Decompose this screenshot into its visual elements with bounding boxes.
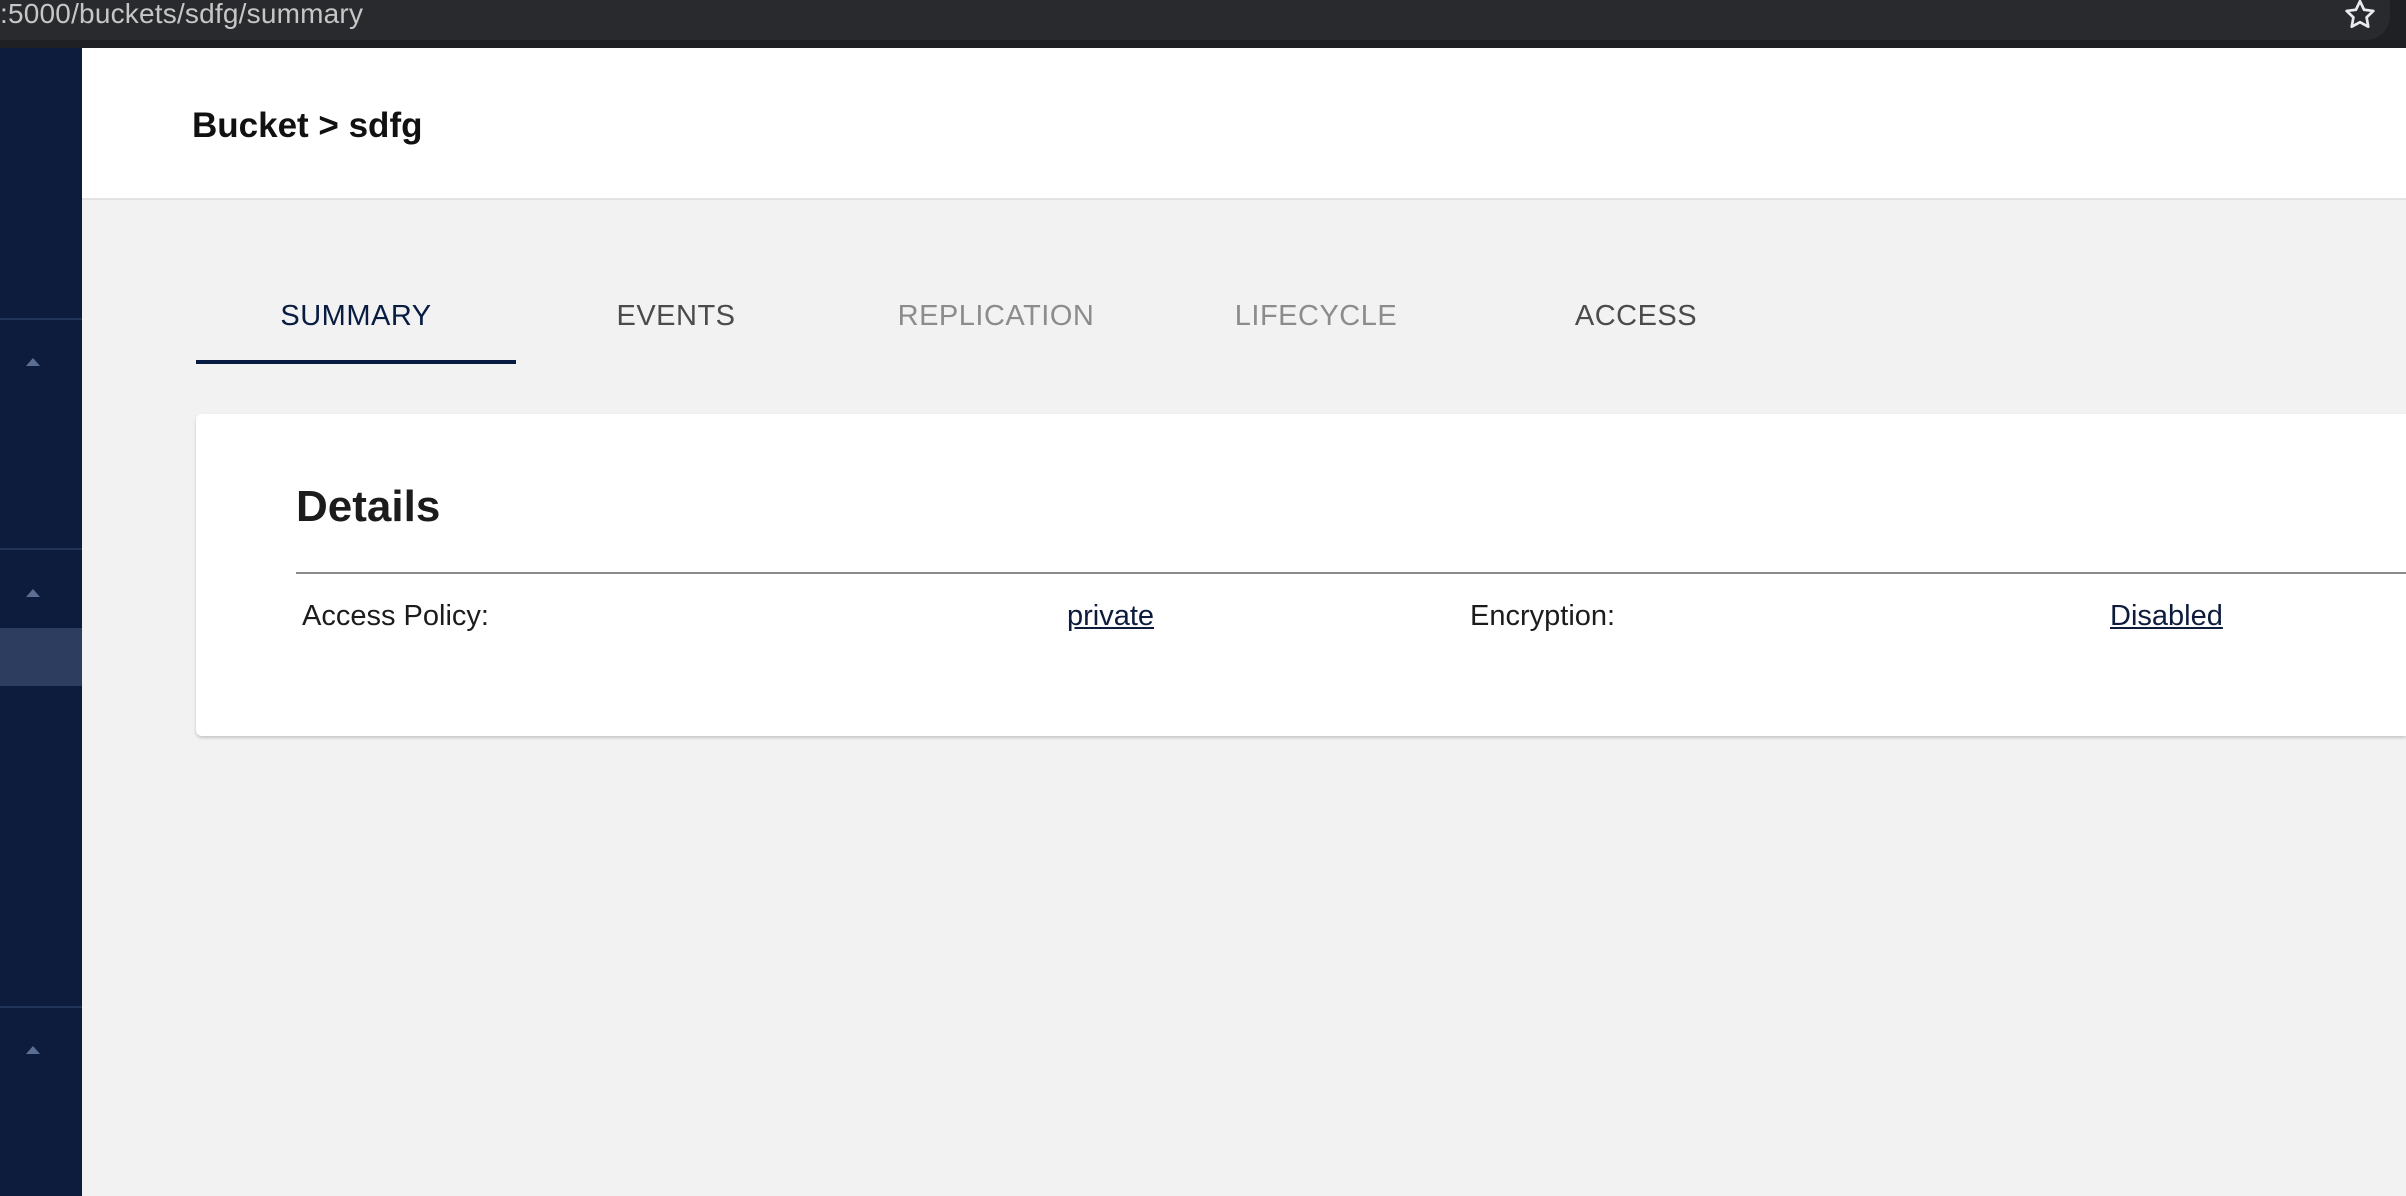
tab-events[interactable]: EVENTS <box>516 268 836 364</box>
encryption-label: Encryption: <box>1470 600 1616 632</box>
url-text[interactable]: :5000/buckets/sdfg/summary <box>0 0 363 30</box>
details-card: Details Access Policy: private Encryptio… <box>196 414 2406 736</box>
card-title: Details <box>296 482 441 531</box>
divider <box>296 572 2406 574</box>
tab-lifecycle[interactable]: LIFECYCLE <box>1156 268 1476 364</box>
address-bar[interactable]: :5000/buckets/sdfg/summary <box>0 0 2390 40</box>
access-policy-label: Access Policy: <box>302 600 489 632</box>
sidebar-divider <box>0 1006 82 1008</box>
sidebar-item-active[interactable] <box>0 628 82 686</box>
page-header: Bucket > sdfg <box>82 48 2406 200</box>
caret-up-icon[interactable] <box>26 358 40 366</box>
sidebar-divider <box>0 548 82 550</box>
encryption-link[interactable]: Disabled <box>2110 600 2223 633</box>
sidebar <box>0 48 82 1196</box>
tab-bar: SUMMARY EVENTS REPLICATION LIFECYCLE ACC… <box>196 268 1796 364</box>
tab-access[interactable]: ACCESS <box>1476 268 1796 364</box>
tab-replication[interactable]: REPLICATION <box>836 268 1156 364</box>
browser-toolbar: :5000/buckets/sdfg/summary <box>0 0 2406 48</box>
tab-summary[interactable]: SUMMARY <box>196 268 516 364</box>
access-policy-link[interactable]: private <box>1067 600 1154 633</box>
breadcrumb: Bucket > sdfg <box>192 106 423 145</box>
star-icon[interactable] <box>2342 0 2378 33</box>
sidebar-divider <box>0 318 82 320</box>
caret-up-icon[interactable] <box>26 589 40 597</box>
caret-up-icon[interactable] <box>26 1046 40 1054</box>
